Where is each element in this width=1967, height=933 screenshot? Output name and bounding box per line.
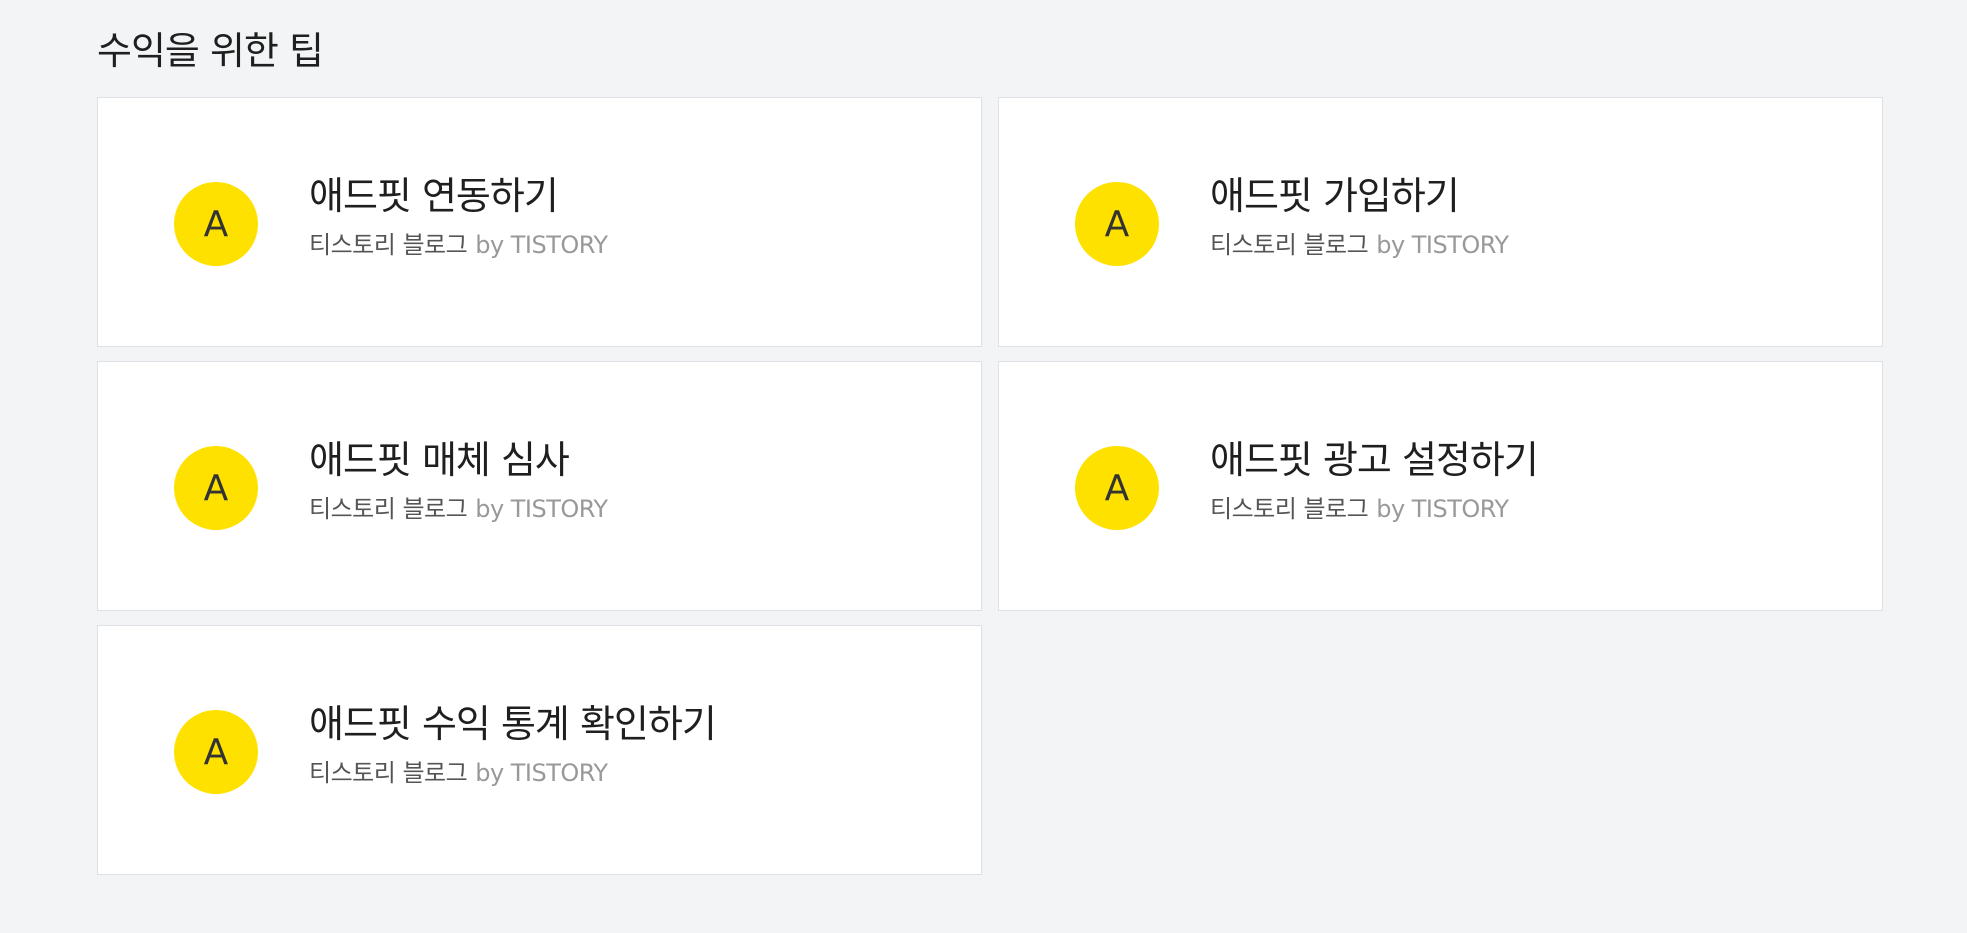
card-meta: 티스토리 블로그 by TISTORY — [309, 230, 961, 260]
author-label: by TISTORY — [1376, 495, 1509, 523]
card-meta: 티스토리 블로그 by TISTORY — [1210, 230, 1862, 260]
card-text: 애드핏 매체 심사 티스토리 블로그 by TISTORY — [309, 436, 961, 524]
author-label: by TISTORY — [475, 495, 608, 523]
card-text: 애드핏 광고 설정하기 티스토리 블로그 by TISTORY — [1210, 436, 1862, 524]
card-text: 애드핏 수익 통계 확인하기 티스토리 블로그 by TISTORY — [309, 700, 961, 788]
card-title[interactable]: 애드핏 가입하기 — [1210, 172, 1862, 220]
card-title[interactable]: 애드핏 광고 설정하기 — [1210, 436, 1862, 484]
blog-name: 티스토리 블로그 — [309, 231, 468, 259]
blog-name: 티스토리 블로그 — [309, 495, 468, 523]
blog-name: 티스토리 블로그 — [309, 759, 468, 787]
tip-card[interactable]: A 애드핏 수익 통계 확인하기 티스토리 블로그 by TISTORY — [97, 625, 982, 875]
blog-name: 티스토리 블로그 — [1210, 495, 1369, 523]
blog-name: 티스토리 블로그 — [1210, 231, 1369, 259]
card-meta: 티스토리 블로그 by TISTORY — [309, 758, 961, 788]
avatar: A — [174, 446, 258, 530]
tip-card[interactable]: A 애드핏 연동하기 티스토리 블로그 by TISTORY — [97, 97, 982, 347]
tips-card-grid: A 애드핏 연동하기 티스토리 블로그 by TISTORY A 애드핏 가입하기… — [97, 97, 1884, 875]
card-meta: 티스토리 블로그 by TISTORY — [1210, 494, 1862, 524]
avatar: A — [1075, 182, 1159, 266]
author-label: by TISTORY — [1376, 231, 1509, 259]
author-label: by TISTORY — [475, 231, 608, 259]
avatar: A — [174, 182, 258, 266]
card-title[interactable]: 애드핏 수익 통계 확인하기 — [309, 700, 961, 748]
card-text: 애드핏 연동하기 티스토리 블로그 by TISTORY — [309, 172, 961, 260]
card-title[interactable]: 애드핏 매체 심사 — [309, 436, 961, 484]
card-title[interactable]: 애드핏 연동하기 — [309, 172, 961, 220]
card-meta: 티스토리 블로그 by TISTORY — [309, 494, 961, 524]
author-label: by TISTORY — [475, 759, 608, 787]
card-text: 애드핏 가입하기 티스토리 블로그 by TISTORY — [1210, 172, 1862, 260]
tip-card[interactable]: A 애드핏 광고 설정하기 티스토리 블로그 by TISTORY — [998, 361, 1883, 611]
tip-card[interactable]: A 애드핏 가입하기 티스토리 블로그 by TISTORY — [998, 97, 1883, 347]
avatar: A — [174, 710, 258, 794]
tip-card[interactable]: A 애드핏 매체 심사 티스토리 블로그 by TISTORY — [97, 361, 982, 611]
avatar: A — [1075, 446, 1159, 530]
section-title: 수익을 위한 팁 — [97, 29, 324, 73]
